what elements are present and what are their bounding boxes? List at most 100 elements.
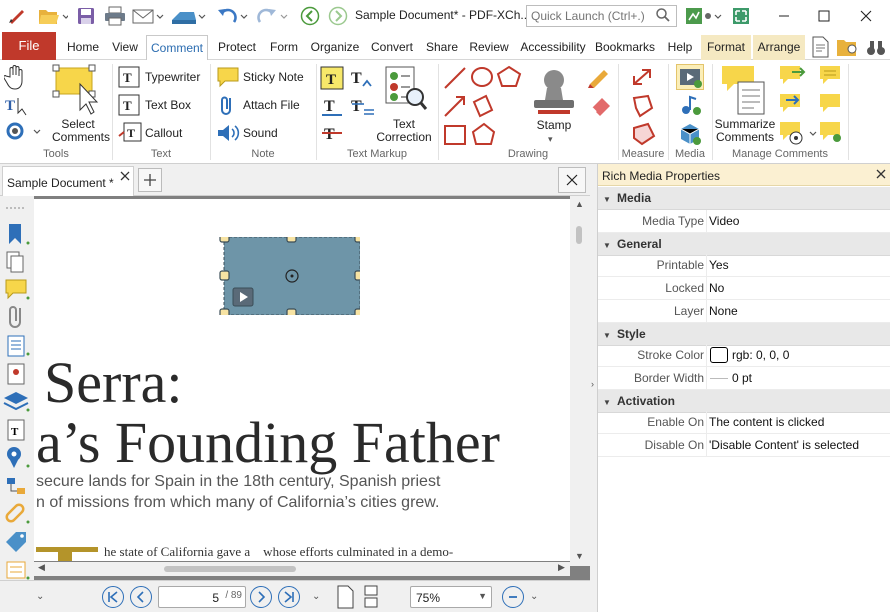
folder-search-icon[interactable] <box>836 36 860 58</box>
collapse-icon[interactable]: ▼ <box>603 195 611 204</box>
tab-arrange[interactable]: Arrange <box>753 35 805 60</box>
prop-value[interactable]: None <box>709 300 738 322</box>
section-general[interactable]: General <box>598 233 890 256</box>
layers-icon[interactable] <box>3 392 29 411</box>
prop-value[interactable]: Video <box>709 210 739 232</box>
comment-styles-icon[interactable] <box>818 92 844 114</box>
fullscreen-icon[interactable] <box>729 5 753 27</box>
text-box-icon[interactable]: T <box>118 94 142 116</box>
destinations-icon[interactable] <box>7 447 21 468</box>
play-icon[interactable] <box>232 287 254 307</box>
fields-icon[interactable] <box>6 561 26 579</box>
callout-icon[interactable]: T <box>118 122 142 144</box>
close-icon[interactable] <box>846 5 886 27</box>
eraser-icon[interactable] <box>586 92 614 116</box>
tag-icon[interactable] <box>6 532 26 552</box>
continuous-page-icon[interactable] <box>362 585 382 609</box>
new-tab-button[interactable] <box>138 168 162 192</box>
scroll-right-icon[interactable]: ▶ <box>558 562 565 573</box>
expand-icon[interactable]: ⌄ <box>530 591 538 602</box>
select-comments-icon[interactable] <box>50 64 106 120</box>
underline-text-icon[interactable]: T <box>320 94 344 118</box>
attach-file-button[interactable]: Attach File <box>243 98 300 112</box>
tab-home[interactable]: Home <box>62 35 104 60</box>
sticky-note-button[interactable]: Sticky Note <box>243 70 304 84</box>
flatten-comments-icon[interactable] <box>818 120 844 144</box>
expand-icon[interactable]: ⌄ <box>312 591 320 602</box>
add-3d-icon[interactable] <box>678 122 702 146</box>
export-comments-icon[interactable] <box>778 92 806 114</box>
scroll-down-icon[interactable]: ▼ <box>575 551 584 561</box>
color-swatch[interactable] <box>710 347 728 363</box>
scroll-thumb-horizontal[interactable] <box>164 566 296 572</box>
tab-format[interactable]: Format <box>701 35 751 60</box>
pencil-icon[interactable] <box>586 64 614 88</box>
prop-value[interactable]: 0 pt <box>732 367 752 389</box>
scroll-left-icon[interactable]: ◀ <box>38 562 45 573</box>
polygon-tool-icon[interactable] <box>496 65 522 87</box>
tab-help[interactable]: Help <box>662 35 698 60</box>
email-icon[interactable] <box>130 5 166 27</box>
scroll-up-icon[interactable]: ▲ <box>575 199 584 209</box>
undo-icon[interactable] <box>214 5 250 27</box>
next-page-button[interactable] <box>250 586 272 608</box>
zoom-out-button[interactable] <box>502 586 524 608</box>
section-activation[interactable]: Activation <box>598 390 890 413</box>
close-tab-icon[interactable] <box>120 170 130 184</box>
zoom-tool-icon[interactable] <box>4 120 42 144</box>
chevron-down-icon[interactable]: ▾ <box>548 134 553 145</box>
folder-open-icon[interactable] <box>34 5 72 27</box>
highlight-text-icon[interactable]: T <box>320 66 344 90</box>
chevron-down-icon[interactable]: ▼ <box>478 591 487 601</box>
document-tab[interactable]: Sample Document * <box>2 166 134 196</box>
select-text-icon[interactable]: T <box>4 94 30 116</box>
callout-button[interactable]: Callout <box>145 126 182 140</box>
search-icon[interactable] <box>655 7 671 26</box>
perimeter-icon[interactable] <box>630 94 656 118</box>
structure-icon[interactable] <box>7 478 25 494</box>
prop-value[interactable]: No <box>709 277 724 299</box>
tab-organize[interactable]: Organize <box>306 35 364 60</box>
stamp-button[interactable]: Stamp <box>530 118 578 132</box>
attach-file-icon[interactable] <box>218 94 240 116</box>
close-pane-icon[interactable] <box>876 168 886 182</box>
select-comments-button[interactable]: Select Comments <box>52 118 110 144</box>
tab-review[interactable]: Review <box>466 35 512 60</box>
articles-icon[interactable]: T <box>7 419 25 441</box>
tab-convert[interactable]: Convert <box>366 35 418 60</box>
file-menu[interactable]: File <box>2 32 56 60</box>
single-page-icon[interactable] <box>336 585 356 609</box>
replace-text-icon[interactable]: T <box>350 94 376 118</box>
sound-icon[interactable] <box>216 122 240 144</box>
text-correction-icon[interactable] <box>384 66 428 112</box>
quick-launch[interactable] <box>526 5 677 27</box>
zoom-select[interactable]: 75% ▼ <box>410 586 492 608</box>
pages-icon[interactable] <box>6 251 24 273</box>
polyline-tool-icon[interactable] <box>472 94 494 118</box>
vertical-scrollbar[interactable]: ▲ ▼ <box>570 196 590 566</box>
scan-icon[interactable] <box>168 5 208 27</box>
show-comments-icon[interactable] <box>778 120 820 146</box>
tab-comment[interactable]: Comment <box>146 35 208 60</box>
sound-button[interactable]: Sound <box>243 126 278 140</box>
section-media[interactable]: Media <box>598 187 890 210</box>
text-box-button[interactable]: Text Box <box>145 98 191 112</box>
scroll-thumb[interactable] <box>576 226 582 244</box>
close-document-button[interactable] <box>558 167 586 193</box>
tab-protect[interactable]: Protect <box>212 35 262 60</box>
rich-media-icon[interactable] <box>676 64 704 90</box>
tab-form[interactable]: Form <box>266 35 302 60</box>
attachments-icon[interactable] <box>9 306 21 328</box>
first-page-button[interactable] <box>102 586 124 608</box>
tags-icon[interactable] <box>7 363 25 385</box>
hand-tool-icon[interactable] <box>3 64 30 90</box>
forward-icon[interactable] <box>326 5 350 27</box>
pane-splitter[interactable]: › <box>590 164 597 612</box>
summarize-comments-icon[interactable] <box>720 64 770 116</box>
sticky-note-icon[interactable] <box>216 66 240 88</box>
rectangle-tool-icon[interactable] <box>444 125 466 145</box>
content-icon[interactable] <box>7 335 25 357</box>
binoculars-icon[interactable] <box>866 36 886 58</box>
maximize-icon[interactable] <box>804 5 844 27</box>
strikeout-text-icon[interactable]: T <box>320 122 344 146</box>
